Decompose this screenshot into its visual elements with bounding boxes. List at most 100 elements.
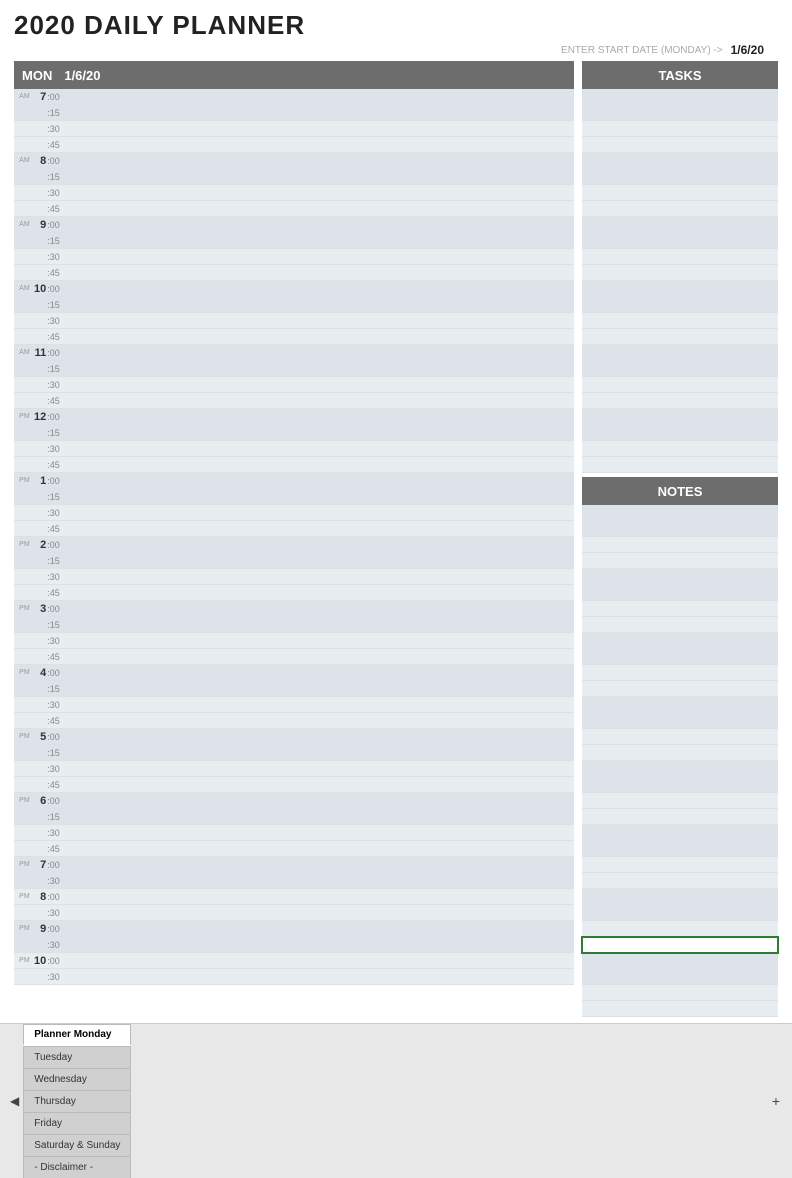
note-row[interactable] (582, 841, 778, 857)
time-row[interactable]: :15 (14, 361, 574, 377)
time-row[interactable]: PM12:00 (14, 409, 574, 425)
time-row[interactable]: :30 (14, 905, 574, 921)
task-row[interactable] (582, 201, 778, 217)
note-row[interactable] (582, 649, 778, 665)
time-row[interactable]: :30 (14, 313, 574, 329)
time-row[interactable]: :45 (14, 777, 574, 793)
time-row[interactable]: :30 (14, 569, 574, 585)
time-row[interactable]: AM8:00 (14, 153, 574, 169)
task-row[interactable] (582, 121, 778, 137)
time-row[interactable]: PM10:00 (14, 953, 574, 969)
note-row[interactable] (582, 617, 778, 633)
task-row[interactable] (582, 441, 778, 457)
tab-planner-monday[interactable]: Planner Monday (23, 1024, 131, 1046)
note-row[interactable] (582, 761, 778, 777)
task-row[interactable] (582, 393, 778, 409)
note-row[interactable] (582, 937, 778, 953)
tab-tuesday[interactable]: Tuesday (23, 1046, 131, 1068)
task-row[interactable] (582, 425, 778, 441)
time-row[interactable]: :30 (14, 937, 574, 953)
task-row[interactable] (582, 153, 778, 169)
time-row[interactable]: :30 (14, 505, 574, 521)
task-row[interactable] (582, 185, 778, 201)
task-row[interactable] (582, 313, 778, 329)
time-row[interactable]: PM8:00 (14, 889, 574, 905)
task-row[interactable] (582, 457, 778, 473)
time-row[interactable]: PM9:00 (14, 921, 574, 937)
time-row[interactable]: :15 (14, 169, 574, 185)
note-row[interactable] (582, 553, 778, 569)
time-row[interactable]: AM7:00 (14, 89, 574, 105)
time-row[interactable]: :45 (14, 713, 574, 729)
note-row[interactable] (582, 505, 778, 521)
note-row[interactable] (582, 921, 778, 937)
time-row[interactable]: :30 (14, 969, 574, 985)
note-row[interactable] (582, 681, 778, 697)
time-row[interactable]: :30 (14, 873, 574, 889)
time-row[interactable]: :15 (14, 745, 574, 761)
task-row[interactable] (582, 345, 778, 361)
task-row[interactable] (582, 297, 778, 313)
time-row[interactable]: :15 (14, 809, 574, 825)
task-row[interactable] (582, 409, 778, 425)
note-row[interactable] (582, 697, 778, 713)
time-row[interactable]: :45 (14, 393, 574, 409)
note-row[interactable] (582, 633, 778, 649)
note-row[interactable] (582, 745, 778, 761)
task-row[interactable] (582, 329, 778, 345)
time-row[interactable]: :45 (14, 585, 574, 601)
note-row[interactable] (582, 569, 778, 585)
time-row[interactable]: PM7:00 (14, 857, 574, 873)
time-row[interactable]: PM5:00 (14, 729, 574, 745)
tab-add-button[interactable]: + (766, 1093, 786, 1109)
note-row[interactable] (582, 601, 778, 617)
time-row[interactable]: :30 (14, 185, 574, 201)
tab-wednesday[interactable]: Wednesday (23, 1068, 131, 1090)
time-row[interactable]: :45 (14, 649, 574, 665)
time-row[interactable]: :30 (14, 377, 574, 393)
note-row[interactable] (582, 729, 778, 745)
note-row[interactable] (582, 825, 778, 841)
task-row[interactable] (582, 361, 778, 377)
task-row[interactable] (582, 233, 778, 249)
note-row[interactable] (582, 1001, 778, 1017)
note-row[interactable] (582, 793, 778, 809)
note-row[interactable] (582, 889, 778, 905)
time-row[interactable]: :45 (14, 841, 574, 857)
note-row[interactable] (582, 777, 778, 793)
time-row[interactable]: PM4:00 (14, 665, 574, 681)
time-row[interactable]: :45 (14, 521, 574, 537)
note-row[interactable] (582, 905, 778, 921)
note-row[interactable] (582, 969, 778, 985)
tab-saturday-sunday[interactable]: Saturday & Sunday (23, 1134, 131, 1156)
time-row[interactable]: PM6:00 (14, 793, 574, 809)
time-row[interactable]: :30 (14, 633, 574, 649)
tab-arrow-left[interactable]: ◀ (6, 1094, 23, 1108)
note-row[interactable] (582, 857, 778, 873)
note-row[interactable] (582, 873, 778, 889)
time-row[interactable]: :45 (14, 329, 574, 345)
task-row[interactable] (582, 377, 778, 393)
time-row[interactable]: :45 (14, 457, 574, 473)
time-row[interactable]: :15 (14, 105, 574, 121)
time-row[interactable]: :45 (14, 137, 574, 153)
task-row[interactable] (582, 281, 778, 297)
time-row[interactable]: :30 (14, 121, 574, 137)
time-row[interactable]: :30 (14, 697, 574, 713)
time-row[interactable]: AM11:00 (14, 345, 574, 361)
note-row[interactable] (582, 537, 778, 553)
task-row[interactable] (582, 89, 778, 105)
time-row[interactable]: AM9:00 (14, 217, 574, 233)
tab-disclaimer[interactable]: - Disclaimer - (23, 1156, 131, 1178)
time-row[interactable]: :15 (14, 681, 574, 697)
note-row[interactable] (582, 953, 778, 969)
task-row[interactable] (582, 265, 778, 281)
note-row[interactable] (582, 585, 778, 601)
time-row[interactable]: :30 (14, 441, 574, 457)
time-row[interactable]: :15 (14, 489, 574, 505)
note-row[interactable] (582, 985, 778, 1001)
time-row[interactable]: PM1:00 (14, 473, 574, 489)
tab-friday[interactable]: Friday (23, 1112, 131, 1134)
time-row[interactable]: PM2:00 (14, 537, 574, 553)
note-row[interactable] (582, 665, 778, 681)
